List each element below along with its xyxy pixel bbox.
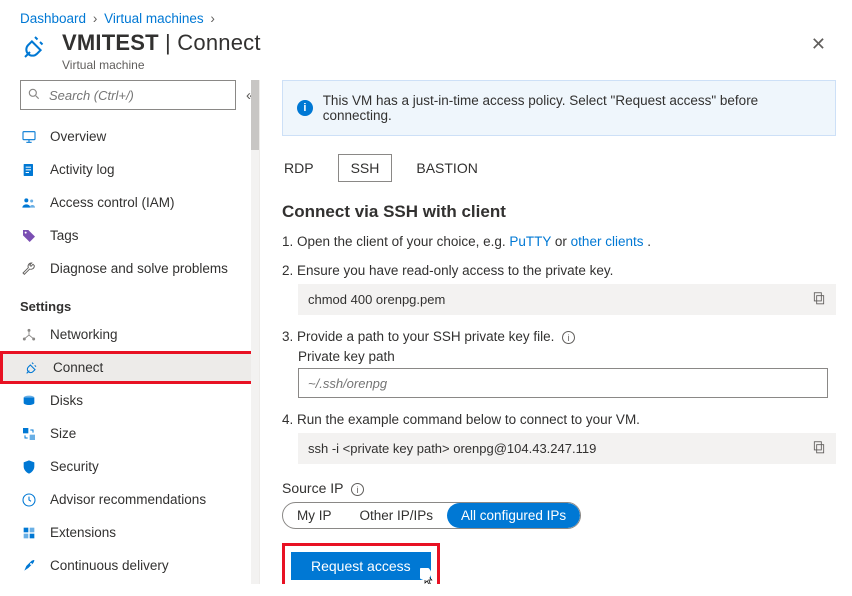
info-icon[interactable]: i bbox=[351, 483, 364, 496]
sidebar-item-activity[interactable]: Activity log bbox=[0, 153, 259, 186]
rocket-icon bbox=[20, 558, 38, 574]
source-ip-toggle: My IP Other IP/IPs All configured IPs bbox=[282, 502, 581, 529]
page-title: VMITEST | Connect bbox=[62, 30, 261, 56]
sidebar-item-label: Networking bbox=[50, 327, 118, 342]
code-ssh: ssh -i <private key path> orenpg@104.43.… bbox=[298, 433, 836, 464]
pill-all-ips[interactable]: All configured IPs bbox=[447, 503, 580, 528]
search-input[interactable] bbox=[20, 80, 236, 110]
advisor-icon bbox=[20, 492, 38, 508]
sidebar-item-label: Continuous delivery bbox=[50, 558, 169, 573]
sidebar-item-overview[interactable]: Overview bbox=[0, 120, 259, 153]
search-icon bbox=[27, 87, 41, 104]
vm-icon bbox=[20, 129, 38, 145]
sidebar-section-settings: Settings bbox=[0, 285, 259, 318]
code-chmod: chmod 400 orenpg.pem bbox=[298, 284, 836, 315]
info-icon[interactable]: i bbox=[562, 331, 575, 344]
copy-icon[interactable] bbox=[812, 440, 826, 457]
sidebar-item-size[interactable]: Size bbox=[0, 417, 259, 450]
sidebar-item-label: Connect bbox=[53, 360, 103, 375]
connect-plug-icon bbox=[23, 360, 41, 376]
tag-icon bbox=[20, 228, 38, 244]
sidebar-item-label: Disks bbox=[50, 393, 83, 408]
tab-bastion[interactable]: BASTION bbox=[414, 154, 479, 182]
info-banner: i This VM has a just-in-time access poli… bbox=[282, 80, 836, 136]
crumb-vms[interactable]: Virtual machines bbox=[104, 11, 204, 26]
cursor-pointer-icon bbox=[419, 570, 437, 584]
close-icon[interactable]: ✕ bbox=[805, 30, 832, 59]
request-access-highlight: Request access bbox=[282, 543, 440, 584]
request-access-button[interactable]: Request access bbox=[291, 552, 431, 580]
chevron-right-icon: › bbox=[90, 11, 101, 26]
sidebar-item-label: Diagnose and solve problems bbox=[50, 261, 228, 276]
section-heading: Connect via SSH with client bbox=[282, 202, 836, 222]
sidebar-item-iam[interactable]: Access control (IAM) bbox=[0, 186, 259, 219]
chevron-right-icon: › bbox=[207, 11, 218, 26]
pill-other-ip[interactable]: Other IP/IPs bbox=[346, 503, 448, 528]
sidebar-item-label: Tags bbox=[50, 228, 79, 243]
sidebar-item-extensions[interactable]: Extensions bbox=[0, 516, 259, 549]
breadcrumb: Dashboard › Virtual machines › bbox=[0, 0, 852, 30]
disks-icon bbox=[20, 393, 38, 409]
connect-plug-icon bbox=[20, 32, 50, 65]
sidebar-item-networking[interactable]: Networking bbox=[0, 318, 259, 351]
sidebar-item-label: Activity log bbox=[50, 162, 115, 177]
sidebar-item-label: Access control (IAM) bbox=[50, 195, 175, 210]
sidebar-item-label: Security bbox=[50, 459, 99, 474]
sidebar-item-disks[interactable]: Disks bbox=[0, 384, 259, 417]
info-banner-text: This VM has a just-in-time access policy… bbox=[323, 93, 821, 123]
step-4: 4. Run the example command below to conn… bbox=[282, 412, 836, 464]
info-icon: i bbox=[297, 100, 313, 116]
step-3: 3. Provide a path to your SSH private ke… bbox=[282, 329, 836, 398]
private-key-path-input[interactable] bbox=[298, 368, 828, 398]
crumb-dashboard[interactable]: Dashboard bbox=[20, 11, 86, 26]
sidebar-item-label: Overview bbox=[50, 129, 106, 144]
private-key-label: Private key path bbox=[298, 349, 836, 364]
copy-icon[interactable] bbox=[812, 291, 826, 308]
pill-my-ip[interactable]: My IP bbox=[283, 503, 346, 528]
link-other-clients[interactable]: other clients bbox=[571, 234, 644, 249]
log-icon bbox=[20, 162, 38, 178]
network-icon bbox=[20, 327, 38, 343]
sidebar-item-continuous-delivery[interactable]: Continuous delivery bbox=[0, 549, 259, 582]
step-2: 2. Ensure you have read-only access to t… bbox=[282, 263, 836, 315]
source-ip-section: Source IP i My IP Other IP/IPs All confi… bbox=[282, 480, 836, 529]
sidebar-item-label: Advisor recommendations bbox=[50, 492, 206, 507]
size-icon bbox=[20, 426, 38, 442]
sidebar-item-tags[interactable]: Tags bbox=[0, 219, 259, 252]
tab-ssh[interactable]: SSH bbox=[338, 154, 393, 182]
scrollbar-thumb[interactable] bbox=[251, 80, 259, 150]
connect-tabs: RDP SSH BASTION bbox=[282, 154, 836, 182]
step-1: 1. Open the client of your choice, e.g. … bbox=[282, 234, 836, 249]
page-subtitle: Virtual machine bbox=[62, 58, 261, 72]
shield-icon bbox=[20, 459, 38, 475]
extensions-icon bbox=[20, 525, 38, 541]
link-putty[interactable]: PuTTY bbox=[509, 234, 551, 249]
sidebar-item-security[interactable]: Security bbox=[0, 450, 259, 483]
people-icon bbox=[20, 195, 38, 211]
sidebar-item-advisor[interactable]: Advisor recommendations bbox=[0, 483, 259, 516]
sidebar-item-label: Size bbox=[50, 426, 76, 441]
wrench-icon bbox=[20, 261, 38, 277]
sidebar-item-label: Extensions bbox=[50, 525, 116, 540]
sidebar-item-connect[interactable]: Connect bbox=[0, 351, 259, 384]
tab-rdp[interactable]: RDP bbox=[282, 154, 316, 182]
sidebar-item-diagnose[interactable]: Diagnose and solve problems bbox=[0, 252, 259, 285]
scrollbar-track[interactable] bbox=[251, 80, 259, 584]
